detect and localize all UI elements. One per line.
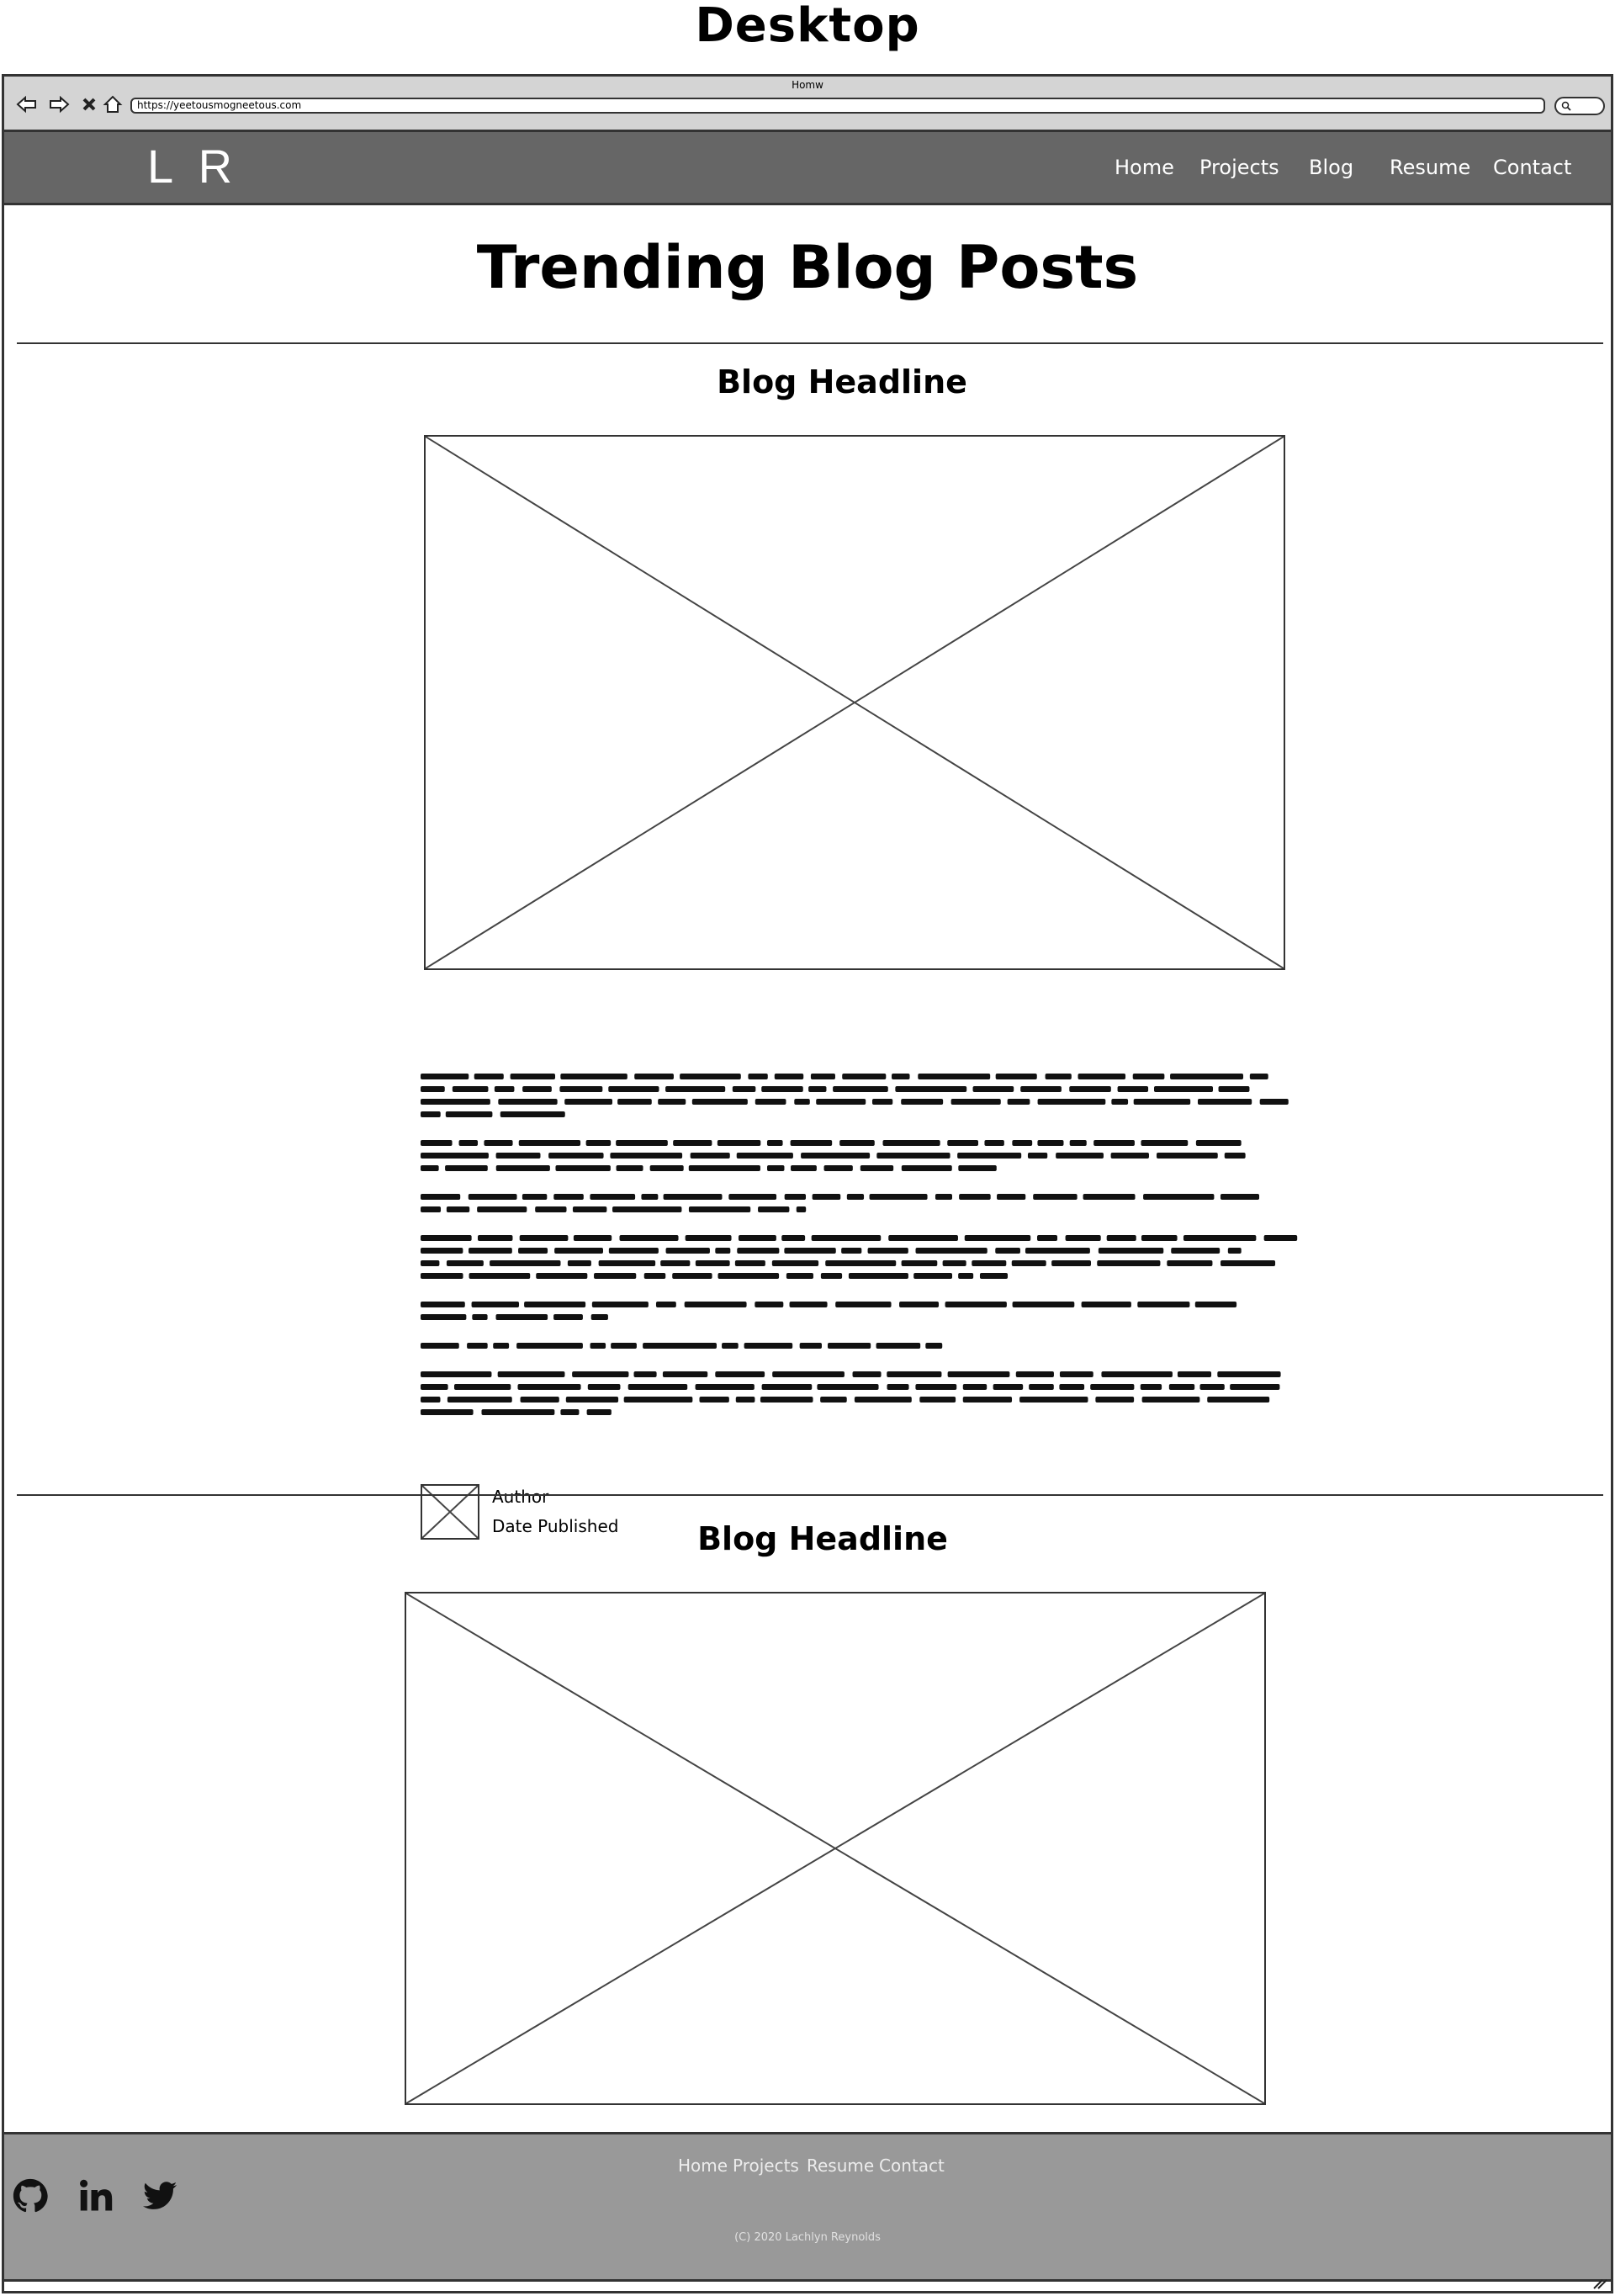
browser-chrome: Homw https://yeetousmogneetous.com bbox=[4, 77, 1611, 132]
divider bbox=[17, 342, 1603, 344]
placeholder-paragraph bbox=[421, 1137, 1300, 1175]
placeholder-text-line bbox=[421, 1235, 1298, 1241]
nav-resume[interactable]: Resume bbox=[1390, 155, 1470, 180]
resize-grip-icon[interactable] bbox=[1591, 2279, 1607, 2289]
post-image-placeholder[interactable] bbox=[424, 435, 1285, 970]
footer-link-resume[interactable]: Resume bbox=[807, 2155, 874, 2176]
placeholder-text-line bbox=[421, 1206, 807, 1212]
author-name[interactable]: Author bbox=[492, 1487, 548, 1507]
placeholder-text-line bbox=[421, 1371, 1281, 1377]
site-header: L R Home Projects Blog Resume Contact bbox=[4, 132, 1611, 205]
copyright: (C) 2020 Lachlyn Reynolds bbox=[734, 2231, 881, 2244]
placeholder-text-line bbox=[421, 1099, 1289, 1105]
placeholder-text-line bbox=[421, 1343, 943, 1349]
placeholder-text-line bbox=[421, 1086, 1250, 1092]
post-image-placeholder-2[interactable] bbox=[405, 1592, 1266, 2105]
placeholder-text-line bbox=[421, 1111, 565, 1117]
site-footer: Home Projects Resume Contact (C) 2020 La… bbox=[4, 2132, 1611, 2282]
placeholder-text-line bbox=[421, 1165, 997, 1171]
placeholder-text-line bbox=[421, 1248, 1242, 1254]
footer-link-contact[interactable]: Contact bbox=[879, 2155, 945, 2176]
browser-search-box[interactable] bbox=[1554, 97, 1605, 115]
page-title: Trending Blog Posts bbox=[476, 233, 1139, 302]
placeholder-text-line bbox=[421, 1074, 1268, 1079]
nav-contact[interactable]: Contact bbox=[1493, 155, 1571, 180]
placeholder-paragraph bbox=[421, 1299, 1300, 1324]
placeholder-text-line bbox=[421, 1273, 1009, 1279]
placeholder-text-line bbox=[421, 1397, 1270, 1403]
address-bar[interactable]: https://yeetousmogneetous.com bbox=[130, 98, 1545, 114]
placeholder-paragraph bbox=[421, 1369, 1300, 1419]
placeholder-text-line bbox=[421, 1153, 1246, 1159]
placeholder-paragraph bbox=[421, 1071, 1300, 1121]
placeholder-text-line bbox=[421, 1140, 1242, 1146]
placeholder-paragraph bbox=[421, 1191, 1300, 1217]
nav-blog[interactable]: Blog bbox=[1309, 155, 1353, 180]
placeholder-text-line bbox=[421, 1314, 608, 1320]
placeholder-text-line bbox=[421, 1260, 1276, 1266]
site-logo[interactable]: L R bbox=[147, 141, 239, 193]
placeholder-text-line bbox=[421, 1194, 1260, 1200]
back-arrow-icon[interactable] bbox=[16, 93, 38, 115]
post-headline[interactable]: Blog Headline bbox=[4, 363, 1611, 401]
footer-link-home[interactable]: Home bbox=[678, 2155, 728, 2176]
search-icon bbox=[1561, 101, 1571, 111]
home-icon[interactable] bbox=[102, 93, 124, 115]
placeholder-text-line bbox=[421, 1409, 612, 1415]
github-icon[interactable] bbox=[13, 2178, 48, 2217]
twitter-icon[interactable] bbox=[140, 2178, 179, 2217]
page-label: Desktop bbox=[695, 0, 920, 53]
placeholder-text-line bbox=[421, 1302, 1237, 1307]
placeholder-paragraph bbox=[421, 1233, 1300, 1283]
post-headline-2[interactable]: Blog Headline bbox=[4, 1519, 1611, 1558]
nav-home[interactable]: Home bbox=[1115, 155, 1174, 180]
placeholder-text-line bbox=[421, 1384, 1280, 1390]
nav-projects[interactable]: Projects bbox=[1199, 155, 1279, 180]
window-title: Homw bbox=[792, 79, 823, 91]
placeholder-paragraph bbox=[421, 1340, 1300, 1353]
forward-arrow-icon[interactable] bbox=[48, 93, 70, 115]
footer-link-projects[interactable]: Projects bbox=[733, 2155, 799, 2176]
close-x-icon[interactable] bbox=[78, 93, 100, 115]
post-body-text bbox=[421, 1071, 1300, 1435]
linkedin-icon[interactable] bbox=[78, 2178, 115, 2217]
browser-window: Homw https://yeetousmogneetous.com L R H… bbox=[2, 74, 1613, 2293]
divider bbox=[17, 1494, 1603, 1496]
